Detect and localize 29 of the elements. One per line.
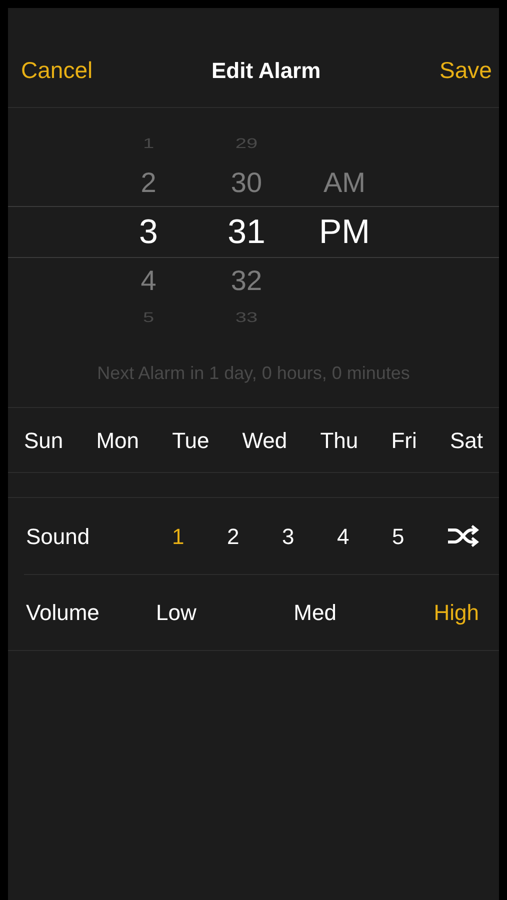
day-toggle[interactable]: Thu	[320, 424, 358, 456]
picker-value-selected[interactable]: 31	[228, 214, 266, 249]
volume-option[interactable]: High	[434, 596, 479, 629]
sound-label: Sound	[26, 522, 91, 550]
day-toggle[interactable]: Sun	[24, 424, 64, 456]
picker-value[interactable]: 2	[140, 169, 156, 198]
save-button[interactable]: Save	[440, 52, 492, 87]
sound-option[interactable]: 2	[227, 520, 240, 552]
volume-option[interactable]: Low	[156, 596, 196, 629]
picker-value[interactable]: 32	[230, 266, 262, 295]
picker-value[interactable]: 4	[140, 266, 156, 295]
volume-label: Volume	[26, 599, 100, 627]
shuffle-button[interactable]	[447, 525, 479, 547]
sound-option[interactable]: 5	[392, 520, 404, 552]
picker-value[interactable]: AM	[324, 169, 366, 198]
sound-option[interactable]: 3	[282, 520, 294, 552]
sound-option[interactable]: 4	[337, 520, 350, 552]
day-toggle[interactable]: Mon	[96, 424, 140, 456]
volume-option[interactable]: Med	[294, 596, 336, 629]
day-toggle[interactable]: Tue	[172, 424, 210, 456]
day-toggle[interactable]: Wed	[242, 424, 288, 456]
day-toggle[interactable]: Sat	[450, 424, 483, 456]
picker-value-selected[interactable]: 3	[139, 214, 158, 249]
picker-value-selected[interactable]: PM	[319, 214, 370, 249]
screen-title: Edit Alarm	[211, 57, 321, 85]
cancel-button[interactable]: Cancel	[21, 52, 93, 87]
sound-option[interactable]: 1	[172, 520, 184, 552]
picker-value[interactable]: 30	[230, 169, 262, 198]
day-toggle[interactable]: Fri	[391, 424, 417, 456]
